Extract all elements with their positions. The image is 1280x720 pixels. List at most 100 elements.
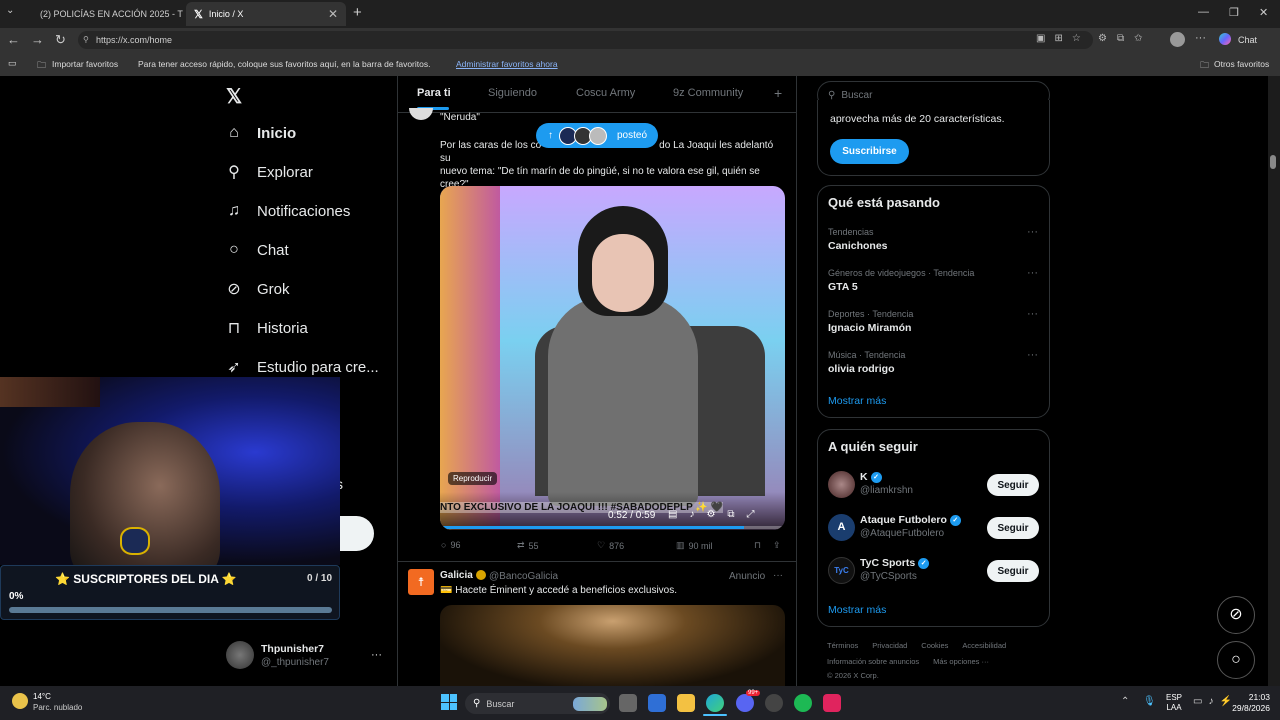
extension-icons[interactable]: ⚙⧉✩ bbox=[1098, 33, 1152, 44]
follow-name[interactable]: K ✓ bbox=[860, 471, 882, 483]
follow-avatar[interactable]: A bbox=[828, 514, 855, 541]
outlook-icon[interactable] bbox=[648, 694, 666, 712]
weather-desc[interactable]: Parc. nublado bbox=[33, 703, 82, 712]
tab-following[interactable]: Siguiendo bbox=[488, 87, 537, 99]
footer-link[interactable]: Términos bbox=[827, 641, 858, 650]
follow-name[interactable]: Ataque Futbolero ✓ bbox=[860, 514, 961, 526]
tab-for-you[interactable]: Para ti bbox=[417, 87, 451, 99]
nav-home[interactable]: ⌂ Inicio bbox=[225, 118, 296, 148]
ad-menu-icon[interactable]: ··· bbox=[773, 570, 783, 581]
window-close-button[interactable]: ✕ bbox=[1259, 6, 1268, 19]
nav-chat[interactable]: ○ Chat bbox=[225, 235, 289, 265]
tab-9z-community[interactable]: 9z Community bbox=[673, 87, 743, 99]
tab-list-icon[interactable]: ⌄ bbox=[6, 5, 14, 16]
trend-menu-icon[interactable]: ··· bbox=[1027, 308, 1038, 320]
profile-avatar[interactable] bbox=[1170, 32, 1185, 47]
post-video-player[interactable]: Reproducir NTO EXCLUSIVO DE LA JOAQUI !!… bbox=[440, 186, 785, 530]
post-divider bbox=[398, 561, 796, 562]
spotify-icon[interactable] bbox=[794, 694, 812, 712]
restore-button[interactable]: ❐ bbox=[1229, 6, 1239, 19]
video-progress-track[interactable] bbox=[440, 526, 785, 529]
minimize-button[interactable]: — bbox=[1198, 6, 1209, 18]
new-tab-button[interactable]: + bbox=[353, 4, 362, 21]
new-posts-pill[interactable]: ↑ posteó bbox=[536, 123, 658, 148]
nav-grok[interactable]: ⊘ Grok bbox=[225, 274, 290, 304]
trend-item[interactable]: Géneros de videojuegos · Tendencia GTA 5 bbox=[828, 268, 974, 293]
address-bar[interactable]: https://x.com/home bbox=[78, 31, 1093, 49]
windows-start-icon[interactable] bbox=[441, 694, 457, 710]
nav-label: Grok bbox=[257, 280, 290, 298]
grok-floating-button[interactable]: ⊘ bbox=[1217, 596, 1255, 634]
ad-image[interactable] bbox=[440, 605, 785, 686]
trend-menu-icon[interactable]: ··· bbox=[1027, 226, 1038, 238]
post-button[interactable] bbox=[336, 516, 374, 551]
refresh-icon[interactable]: ↻ bbox=[55, 32, 66, 48]
views-stat[interactable]: ▥ 90 mil bbox=[676, 540, 713, 551]
copilot-chat-button[interactable]: Chat bbox=[1238, 35, 1257, 45]
video-play-badge[interactable]: Reproducir bbox=[448, 472, 498, 485]
import-favorites-link[interactable]: Importar favoritos bbox=[52, 59, 118, 69]
x-logo-icon[interactable]: 𝕏 bbox=[226, 84, 242, 109]
trends-show-more[interactable]: Mostrar más bbox=[828, 395, 886, 407]
footer-link[interactable]: Cookies bbox=[921, 641, 948, 650]
steam-icon[interactable] bbox=[765, 694, 783, 712]
file-explorer-icon[interactable] bbox=[677, 694, 695, 712]
weather-icon[interactable] bbox=[12, 693, 28, 709]
scrollbar-thumb[interactable] bbox=[1270, 155, 1276, 169]
follow-avatar[interactable] bbox=[828, 471, 855, 498]
tab-x-home[interactable]: 𝕏 Inicio / X ✕ bbox=[186, 2, 346, 26]
like-stat[interactable]: ♡ 876 bbox=[597, 540, 624, 551]
messages-floating-button[interactable]: ○ bbox=[1217, 641, 1255, 679]
follow-show-more[interactable]: Mostrar más bbox=[828, 604, 886, 616]
subscribe-button[interactable]: Suscribirse bbox=[830, 139, 909, 164]
follow-avatar[interactable]: TyC bbox=[828, 557, 855, 584]
discord-icon[interactable] bbox=[736, 694, 754, 712]
footer-link[interactable]: Privacidad bbox=[872, 641, 907, 650]
account-menu-icon[interactable]: ··· bbox=[371, 649, 382, 661]
more-menu-icon[interactable]: ··· bbox=[1195, 32, 1206, 44]
input-language[interactable]: ESP LAA bbox=[1166, 693, 1182, 713]
recording-app-icon[interactable] bbox=[823, 694, 841, 712]
trend-item[interactable]: Deportes · Tendencia Ignacio Miramón bbox=[828, 309, 913, 334]
video-control-icons[interactable]: ▤♪⚙⧉⤢ bbox=[668, 509, 767, 520]
taskbar-search[interactable]: ⚲ Buscar bbox=[465, 693, 610, 714]
follow-name[interactable]: TyC Sports ✓ bbox=[860, 557, 930, 569]
nav-notifications[interactable]: ♫ Notificaciones bbox=[225, 196, 350, 226]
site-info-icon[interactable]: ⚲ bbox=[83, 35, 89, 44]
reply-stat[interactable]: ○ 96 bbox=[441, 540, 460, 550]
nav-bookmarks[interactable]: ⊓ Historia bbox=[225, 313, 308, 343]
footer-link[interactable]: Más opciones ··· bbox=[933, 657, 989, 666]
footer-link[interactable]: Información sobre anuncios bbox=[827, 657, 919, 666]
back-icon[interactable]: ← bbox=[7, 32, 20, 47]
address-bar-actions[interactable]: ▣⊞☆ bbox=[1036, 33, 1090, 44]
share-button[interactable]: ⇪ bbox=[773, 540, 781, 551]
follow-button[interactable]: Seguir bbox=[987, 474, 1039, 496]
trend-item[interactable]: Tendencias Canichones bbox=[828, 227, 888, 252]
footer-link[interactable]: Accesibilidad bbox=[962, 641, 1006, 650]
close-icon[interactable]: ✕ bbox=[328, 7, 338, 21]
forward-icon[interactable]: → bbox=[31, 32, 44, 47]
edge-icon[interactable] bbox=[706, 694, 724, 712]
galicia-logo[interactable]: ☨ bbox=[408, 569, 434, 595]
bookmark-button[interactable]: ⊓ bbox=[754, 540, 761, 551]
clock[interactable]: 21:03 29/8/2026 bbox=[1228, 692, 1270, 714]
favorites-menu-icon[interactable]: ▭ bbox=[8, 58, 17, 69]
microphone-icon[interactable]: 🎙 bbox=[1143, 696, 1156, 707]
repost-stat[interactable]: ⇄ 55 bbox=[517, 540, 539, 551]
weather-temp[interactable]: 14°C bbox=[33, 692, 51, 701]
trend-menu-icon[interactable]: ··· bbox=[1027, 349, 1038, 361]
user-avatar[interactable] bbox=[226, 641, 254, 669]
follow-button[interactable]: Seguir bbox=[987, 560, 1039, 582]
tab-coscu-army[interactable]: Coscu Army bbox=[576, 87, 635, 99]
manage-favorites-link[interactable]: Administrar favoritos ahora bbox=[456, 59, 558, 69]
other-favorites[interactable]: Otros favoritos bbox=[1214, 59, 1269, 69]
follow-button[interactable]: Seguir bbox=[987, 517, 1039, 539]
trend-item[interactable]: Música · Tendencia olivia rodrigo bbox=[828, 350, 905, 375]
tab-youtube[interactable]: (2) POLICÍAS EN ACCIÓN 2025 - T ✕ bbox=[26, 2, 186, 26]
chevron-up-icon[interactable]: ⌃ bbox=[1121, 696, 1129, 707]
task-view-icon[interactable] bbox=[619, 694, 637, 712]
webcam-overlay bbox=[0, 377, 340, 565]
add-tab-button[interactable]: + bbox=[774, 85, 782, 101]
trend-menu-icon[interactable]: ··· bbox=[1027, 267, 1038, 279]
nav-explore[interactable]: ⚲ Explorar bbox=[225, 157, 313, 187]
